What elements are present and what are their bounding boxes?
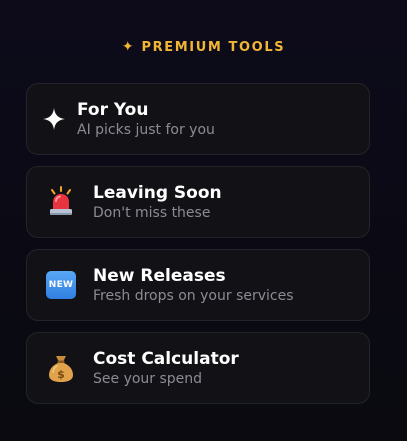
sparkle-icon: [43, 108, 65, 130]
tool-card-text: New Releases Fresh drops on your service…: [93, 266, 294, 305]
tool-subtitle: AI picks just for you: [77, 121, 215, 138]
tool-title: Cost Calculator: [93, 348, 239, 369]
section-header: ✦ PREMIUM TOOLS: [0, 36, 407, 58]
section-title: PREMIUM TOOLS: [141, 39, 286, 55]
tool-title: Leaving Soon: [93, 182, 222, 203]
tool-card-leaving-soon[interactable]: Leaving Soon Don't miss these: [26, 166, 370, 238]
money-bag-icon: $: [45, 352, 77, 384]
tool-card-text: Cost Calculator See your spend: [93, 349, 239, 388]
tool-title: New Releases: [93, 265, 226, 286]
tools-list: For You AI picks just for you Leaving So…: [26, 83, 370, 415]
tool-card-cost-calculator[interactable]: $ Cost Calculator See your spend: [26, 332, 370, 404]
svg-text:$: $: [57, 368, 65, 381]
siren-icon: [45, 186, 77, 218]
new-badge-icon: NEW: [45, 269, 77, 301]
tool-subtitle: Fresh drops on your services: [93, 287, 294, 304]
tool-subtitle: Don't miss these: [93, 204, 211, 221]
header-sparkle-icon: ✦: [121, 39, 134, 55]
tool-card-text: Leaving Soon Don't miss these: [93, 183, 222, 222]
new-badge-label: NEW: [46, 271, 76, 299]
tool-card-for-you[interactable]: For You AI picks just for you: [26, 83, 370, 155]
tool-card-new-releases[interactable]: NEW New Releases Fresh drops on your ser…: [26, 249, 370, 321]
tool-subtitle: See your spend: [93, 370, 203, 387]
tool-card-text: For You AI picks just for you: [77, 100, 215, 139]
tool-title: For You: [77, 99, 149, 120]
